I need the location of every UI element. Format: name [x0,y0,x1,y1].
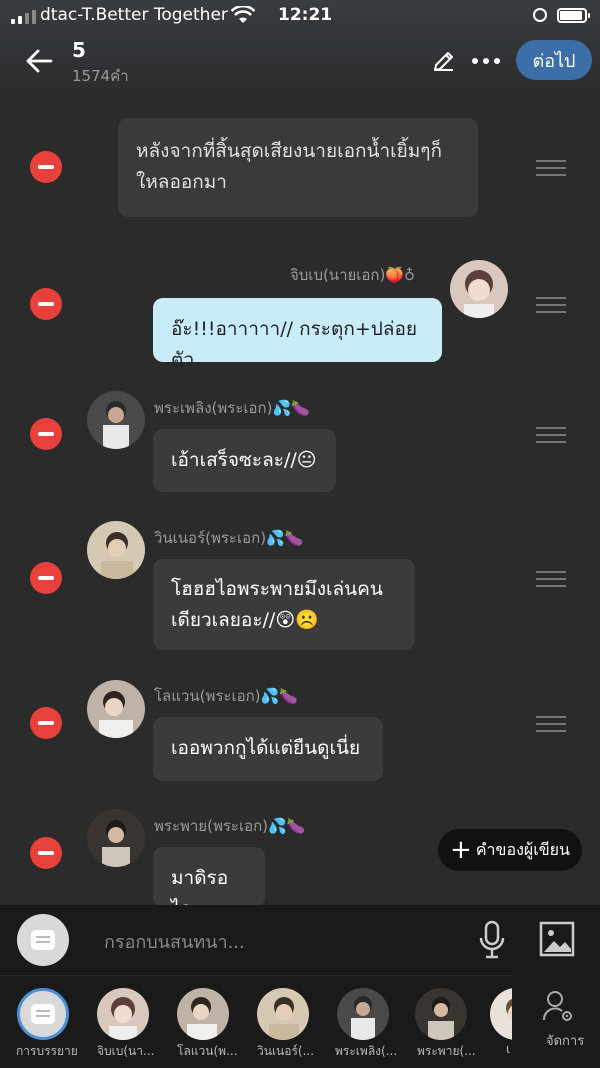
status-bar: dtac-T.Better Together 12:21 [0,4,600,28]
image-icon[interactable] [539,921,575,957]
cast-label: พระพาย(... [417,1044,476,1058]
my-message-bubble[interactable]: อ๊ะ!!!อาาาาา// กระตุก+ปล่อยตัว [153,298,442,371]
message-text: เออพวกกูได้แต่ยืนดูเนี่ย [171,737,361,759]
message-text: ใหลออกมา [136,171,227,193]
delete-message-button[interactable] [30,837,62,869]
message-text: อ๊ะ!!!อาาาาา// กระตุก+ปล่อยตัว [171,318,417,371]
avatar[interactable] [87,680,145,738]
next-button[interactable]: ต่อไป [516,40,592,80]
manage-users-icon [542,991,572,1021]
cast-label: จิบเบ(นา... [97,1044,155,1058]
drag-handle[interactable] [536,716,566,732]
word-count: 1574คำ [72,67,129,85]
avatar[interactable] [87,391,145,449]
avatar [415,988,467,1040]
message-bubble[interactable]: เอ้าเสร็จซะละ//😐 [153,429,336,492]
cast-item[interactable] [253,988,313,1040]
microphone-icon[interactable] [477,920,507,960]
message-text: โฮฮฮไอพระพายมึงเล่นคน [171,578,383,600]
chat-input[interactable]: กรอกบนสนทนา... [104,927,245,956]
speaker-name: วินเนอร์(พระเอก)💦🍆 [154,529,304,547]
message-text: เดียวเลยอะ//😲☹️ [171,609,319,631]
input-bar [0,905,600,975]
avatar [490,988,512,1040]
writer-note-button[interactable]: + คำของผู้เขียน [438,829,582,871]
delete-message-button[interactable] [30,288,62,320]
manage-cast-button[interactable]: จัดการ [512,975,600,1067]
delete-message-button[interactable] [30,707,62,739]
cast-item-narration[interactable] [13,988,73,1040]
writer-note-label: คำของผู้เขียน [475,839,570,859]
cast-label: วินเนอร์(... [257,1044,315,1058]
drag-handle[interactable] [536,427,566,443]
message-bubble[interactable]: มาดิรอไร [153,847,265,920]
cast-item[interactable] [490,988,512,1040]
avatar [337,988,389,1040]
cast-label: ι [506,1042,511,1056]
more-options-icon[interactable] [472,58,500,64]
speaker-name: โลแวน(พระเอก)💦🍆 [154,687,298,705]
cast-item[interactable] [411,988,471,1040]
message-bubble[interactable]: เออพวกกูได้แต่ยืนดูเนี่ย [153,717,383,781]
speaker-name: จิบเบ(นายเอก)🍑♁ [290,266,416,284]
message-bubble[interactable]: โฮฮฮไอพระพายมึงเล่นคน เดียวเลยอะ//😲☹️ [153,559,415,650]
avatar [257,988,309,1040]
message-text: เอ้าเสร็จซะละ//😐 [171,449,317,471]
cast-item[interactable] [93,988,153,1040]
avatar [177,988,229,1040]
message-text: หลังจากที่สิ้นสุดเสียงนายเอกน้ำเยิ้มๆก็ [136,140,443,162]
drag-handle[interactable] [536,571,566,587]
signal-icon [11,10,36,24]
delete-message-button[interactable] [30,151,62,183]
delete-message-button[interactable] [30,418,62,450]
pencil-icon[interactable] [431,48,457,74]
speaker-name: พระพาย(พระเอก)💦🍆 [154,817,306,835]
narration-mode-button[interactable] [17,914,69,966]
avatar[interactable] [450,260,508,318]
chat-bubble-icon [31,930,55,950]
avatar[interactable] [87,809,145,867]
episode-title: 5 [72,38,86,62]
battery-icon [557,8,590,23]
cast-label: พระเพลิง(... [335,1044,398,1058]
drag-handle[interactable] [536,297,566,313]
avatar[interactable] [87,521,145,579]
manage-label: จัดการ [546,1034,585,1049]
clock: 12:21 [278,5,333,25]
plus-icon: + [450,835,472,865]
speaker-name: พระเพลิง(พระเอก)💦🍆 [154,399,310,417]
cast-item[interactable] [333,988,393,1040]
drag-handle[interactable] [536,160,566,176]
carrier-label: dtac-T.Better Together [40,5,228,25]
back-arrow-icon[interactable] [24,46,54,76]
rotation-lock-icon [533,8,547,22]
cast-label: การบรรยาย [16,1044,78,1058]
narration-avatar [17,988,69,1040]
delete-message-button[interactable] [30,562,62,594]
narration-bubble[interactable]: หลังจากที่สิ้นสุดเสียงนายเอกน้ำเยิ้มๆก็ … [118,118,478,217]
chat-bubble-icon [31,1004,55,1024]
wifi-icon [231,6,255,23]
avatar [97,988,149,1040]
cast-item[interactable] [173,988,233,1040]
cast-label: โลแวน(พ... [177,1044,238,1058]
